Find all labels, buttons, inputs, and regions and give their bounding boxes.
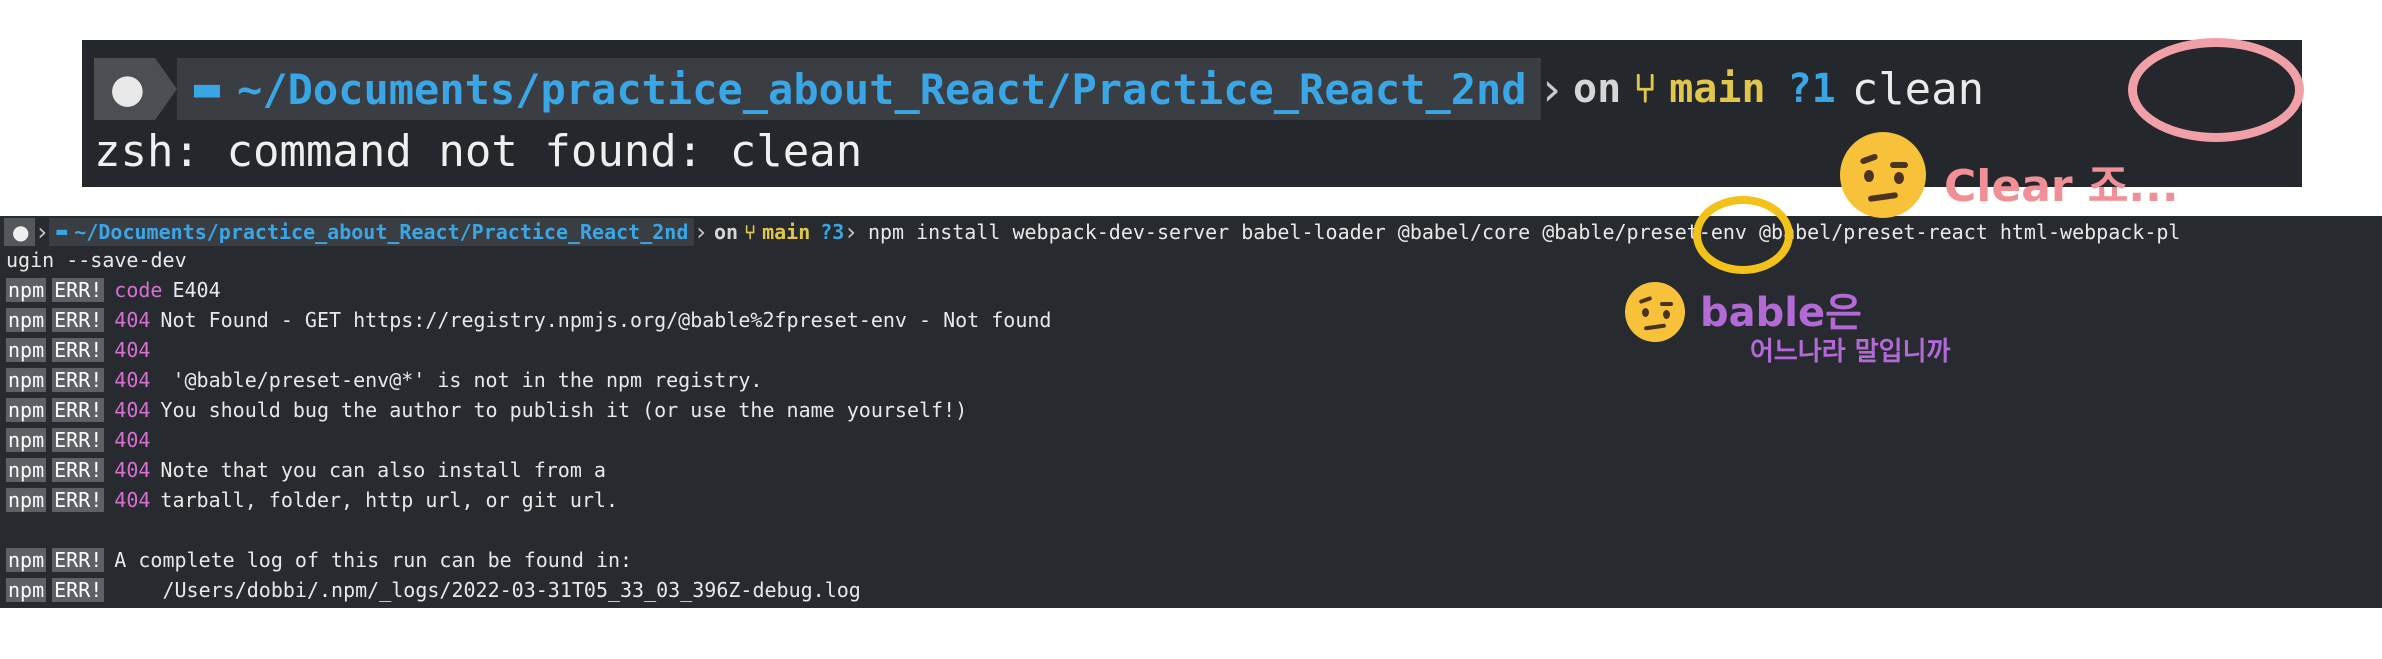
- bottom-command-continued: ugin --save-dev: [6, 248, 187, 272]
- log-text: E404: [172, 278, 221, 302]
- npm-tag: npm: [6, 368, 47, 392]
- top-prompt-bar: ● ▬ ~/Documents/practice_about_React/Pra…: [94, 58, 2288, 120]
- bottom-prompt-bar: ● › ▬ ~/Documents/practice_about_React/P…: [4, 218, 2180, 246]
- git-branch-icon: ⑂: [744, 220, 757, 244]
- npm-tag: npm: [6, 338, 47, 362]
- log-path: /Users/dobbi/.npm/_logs/2022-03-31T05_33…: [114, 578, 861, 602]
- log-line: npm ERR! 404 tarball, folder, http url, or …: [6, 486, 618, 514]
- chevron-right-icon: ›: [696, 218, 706, 246]
- clear-annotation: Clear 죠...: [1944, 161, 2179, 212]
- folder-icon: ▬: [55, 224, 69, 240]
- npm-tag: npm: [6, 458, 47, 482]
- bable-highlight-circle: [1693, 196, 1793, 274]
- log-line: npm ERR! code E404: [6, 276, 221, 304]
- top-prompt-on: on: [1573, 66, 1622, 112]
- log-line: npm ERR! /Users/dobbi/.npm/_logs/2022-03-…: [6, 576, 861, 604]
- bable-annotation: bable은: [1700, 290, 1862, 336]
- top-command[interactable]: clean: [1852, 64, 1984, 115]
- log-text: Note that you can also install from a: [160, 458, 606, 482]
- log-text: '@bable/preset-env@*' is not in the npm …: [160, 368, 763, 392]
- thinking-face-icon: [1625, 282, 1685, 342]
- status-code: 404: [114, 368, 151, 392]
- status-code: 404: [114, 428, 151, 452]
- top-prompt-branch: main: [1669, 66, 1766, 112]
- bottom-terminal-window: ● › ▬ ~/Documents/practice_about_React/P…: [0, 216, 2382, 608]
- npm-tag: npm: [6, 428, 47, 452]
- err-tag: ERR!: [52, 368, 105, 392]
- chevron-right-icon: ›: [37, 218, 48, 246]
- status-code: 404: [114, 458, 151, 482]
- log-line: npm ERR! 404 '@bable/preset-env@*' is not …: [6, 366, 762, 394]
- log-text: A complete log of this run can be found …: [114, 548, 633, 572]
- log-text: Not Found - GET https://registry.npmjs.o…: [160, 308, 1052, 332]
- chevron-right-icon: ›: [846, 218, 856, 246]
- npm-tag: npm: [6, 578, 47, 602]
- bottom-prompt-path-segment: ▬ ~/Documents/practice_about_React/Pract…: [49, 218, 695, 246]
- err-tag: ERR!: [52, 278, 105, 302]
- log-text: tarball, folder, http url, or git url.: [160, 488, 618, 512]
- err-tag: ERR!: [52, 398, 105, 422]
- folder-icon: ▬: [190, 69, 224, 109]
- npm-tag: npm: [6, 398, 47, 422]
- top-output-line: zsh: command not found: clean: [94, 126, 863, 177]
- npm-tag: npm: [6, 308, 47, 332]
- log-text: You should bug the author to publish it …: [160, 398, 968, 422]
- bottom-prompt-path: ~/Documents/practice_about_React/Practic…: [74, 220, 689, 244]
- apple-icon: ●: [4, 218, 36, 246]
- log-line: npm ERR! 404 You should bug the author to p…: [6, 396, 967, 424]
- log-line: npm ERR! 404 Note that you can also install…: [6, 456, 606, 484]
- thinking-face-icon: [1840, 132, 1926, 218]
- chevron-right-icon: ›: [1542, 62, 1562, 116]
- status-code: 404: [114, 488, 151, 512]
- top-prompt-status: ?1: [1787, 66, 1836, 112]
- err-tag: ERR!: [52, 578, 105, 602]
- korean-annotation: 어느나라 말입니까: [1750, 337, 1951, 367]
- top-prompt-path-segment: ▬ ~/Documents/practice_about_React/Pract…: [176, 58, 1541, 120]
- bottom-prompt-branch: main: [762, 220, 811, 244]
- apple-icon: ●: [94, 58, 155, 120]
- clean-highlight-circle: [2128, 38, 2304, 142]
- status-code: 404: [114, 338, 151, 362]
- npm-tag: npm: [6, 548, 47, 572]
- err-tag: ERR!: [52, 308, 105, 332]
- err-tag: ERR!: [52, 488, 105, 512]
- bottom-prompt-status: ?3: [820, 220, 845, 244]
- err-tag: ERR!: [52, 338, 105, 362]
- npm-tag: npm: [6, 278, 47, 302]
- log-line: npm ERR! 404 Not Found - GET https://regist…: [6, 306, 1051, 334]
- bottom-prompt-on: on: [714, 220, 739, 244]
- err-tag: ERR!: [52, 428, 105, 452]
- status-code: 404: [114, 398, 151, 422]
- err-tag: ERR!: [52, 548, 105, 572]
- npm-tag: npm: [6, 488, 47, 512]
- code-keyword: code: [114, 278, 163, 302]
- log-line: npm ERR! A complete log of this run can be…: [6, 546, 632, 574]
- status-code: 404: [114, 308, 151, 332]
- err-tag: ERR!: [52, 458, 105, 482]
- bottom-command[interactable]: npm install webpack-dev-server babel-loa…: [868, 220, 2180, 244]
- git-branch-icon: ⑂: [1633, 66, 1658, 112]
- top-prompt-path: ~/Documents/practice_about_React/Practic…: [237, 64, 1527, 114]
- log-line: npm ERR! 404: [6, 426, 160, 454]
- log-line: npm ERR! 404: [6, 336, 160, 364]
- prompt-separator: [154, 58, 177, 120]
